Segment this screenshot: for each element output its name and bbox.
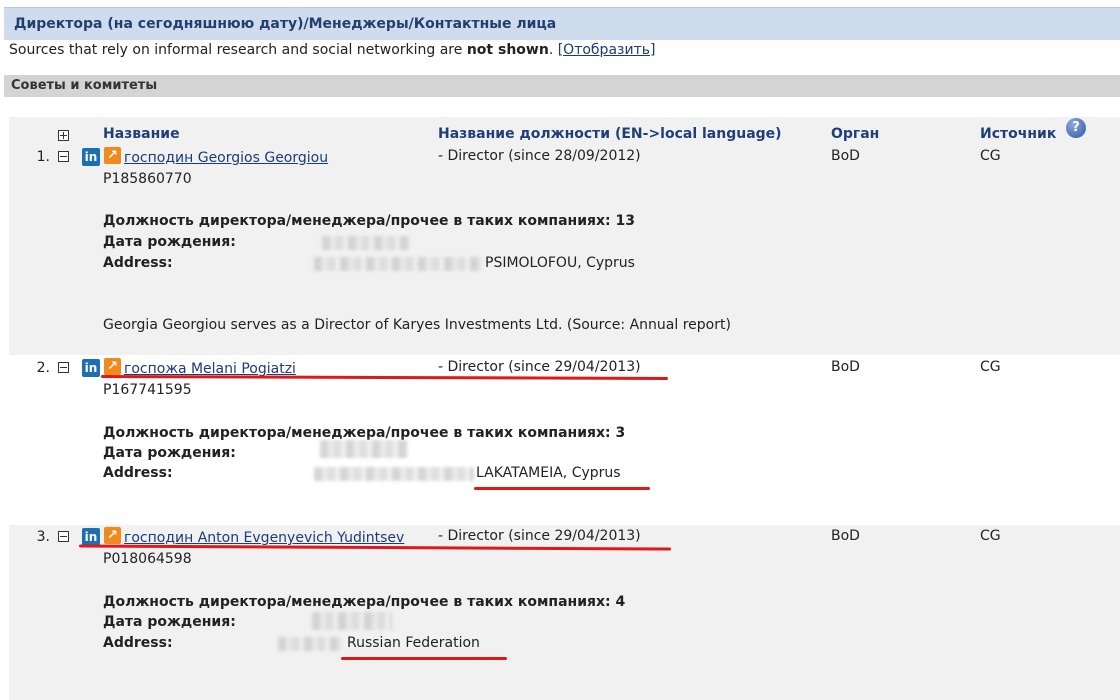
address-label: Address:: [103, 255, 173, 271]
person-address: Russian Federation: [347, 635, 480, 651]
red-underline-annotation: [341, 657, 507, 660]
column-position[interactable]: Название должности (EN->local language): [438, 126, 782, 142]
sources-note-suffix: .: [548, 42, 554, 58]
linkedin-icon[interactable]: in: [82, 148, 100, 166]
row-number: 3.: [36, 529, 50, 545]
person-id: P018064598: [103, 551, 192, 567]
row-number: 2.: [36, 360, 50, 376]
red-underline-annotation: [474, 487, 650, 490]
person-source: CG: [980, 528, 1001, 544]
row-number: 1.: [36, 149, 50, 165]
redacted-birth-date: [312, 612, 392, 630]
expand-all-icon[interactable]: [58, 130, 69, 141]
person-organ: BoD: [831, 359, 860, 375]
person-id: P167741595: [103, 382, 192, 398]
positions-count-text: Должность директора/менеджера/прочее в т…: [103, 213, 611, 229]
positions-count-label: Должность директора/менеджера/прочее в т…: [103, 213, 635, 229]
column-name[interactable]: Название: [103, 126, 180, 142]
address-label: Address:: [103, 465, 173, 481]
external-link-icon[interactable]: ↗: [104, 527, 121, 544]
collapse-icon[interactable]: [58, 531, 69, 542]
person-address: LAKATAMEIA, Cyprus: [476, 465, 621, 481]
person-address: PSIMOLOFOU, Cyprus: [485, 255, 635, 271]
help-icon[interactable]: ?: [1066, 118, 1086, 138]
section-title: Директора (на сегодняшнюю дату)/Менеджер…: [4, 7, 1120, 40]
sources-note-bold: not shown: [466, 42, 549, 58]
redacted-birth-date: [322, 236, 410, 250]
person-position: - Director (since 29/04/2013): [438, 528, 641, 544]
redacted-birth-date: [320, 440, 408, 458]
redacted-address: [314, 467, 474, 481]
person-position: - Director (since 28/09/2012): [438, 148, 641, 164]
birth-date-label: Дата рождения:: [103, 234, 236, 250]
birth-date-label: Дата рождения:: [103, 614, 236, 630]
positions-count-label: Должность директора/менеджера/прочее в т…: [103, 594, 625, 610]
external-link-icon[interactable]: ↗: [104, 358, 121, 375]
positions-count-text: Должность директора/менеджера/прочее в т…: [103, 594, 611, 610]
person-id: P185860770: [103, 171, 192, 187]
positions-count-value: 13: [615, 213, 636, 229]
show-sources-link[interactable]: [Отобразить]: [558, 42, 656, 58]
positions-count-value: 4: [615, 594, 626, 610]
sources-note: Sources that rely on informal research a…: [9, 42, 655, 58]
sources-note-text: Sources that rely on informal research a…: [9, 42, 463, 58]
positions-count-text: Должность директора/менеджера/прочее в т…: [103, 425, 611, 441]
person-note: Georgia Georgiou serves as a Director of…: [103, 317, 731, 333]
redacted-address: [278, 637, 342, 651]
person-source: CG: [980, 148, 1001, 164]
redacted-address: [314, 257, 482, 271]
collapse-icon[interactable]: [58, 151, 69, 162]
person-organ: BoD: [831, 528, 860, 544]
linkedin-icon[interactable]: in: [82, 528, 100, 546]
positions-count-label: Должность директора/менеджера/прочее в т…: [103, 425, 625, 441]
person-source: CG: [980, 359, 1001, 375]
collapse-icon[interactable]: [58, 362, 69, 373]
person-position: - Director (since 29/04/2013): [438, 359, 641, 375]
address-label: Address:: [103, 635, 173, 651]
linkedin-icon[interactable]: in: [82, 359, 100, 377]
person-name-link[interactable]: господин Georgios Georgiou: [124, 150, 328, 166]
person-organ: BoD: [831, 148, 860, 164]
boards-committees-header: Советы и комитеты: [4, 75, 1120, 97]
column-source[interactable]: Источник: [980, 126, 1056, 142]
person-name-link[interactable]: господин Anton Evgenyevich Yudintsev: [124, 530, 404, 546]
positions-count-value: 3: [615, 425, 626, 441]
external-link-icon[interactable]: ↗: [104, 147, 121, 164]
column-organ[interactable]: Орган: [831, 126, 879, 142]
birth-date-label: Дата рождения:: [103, 445, 236, 461]
